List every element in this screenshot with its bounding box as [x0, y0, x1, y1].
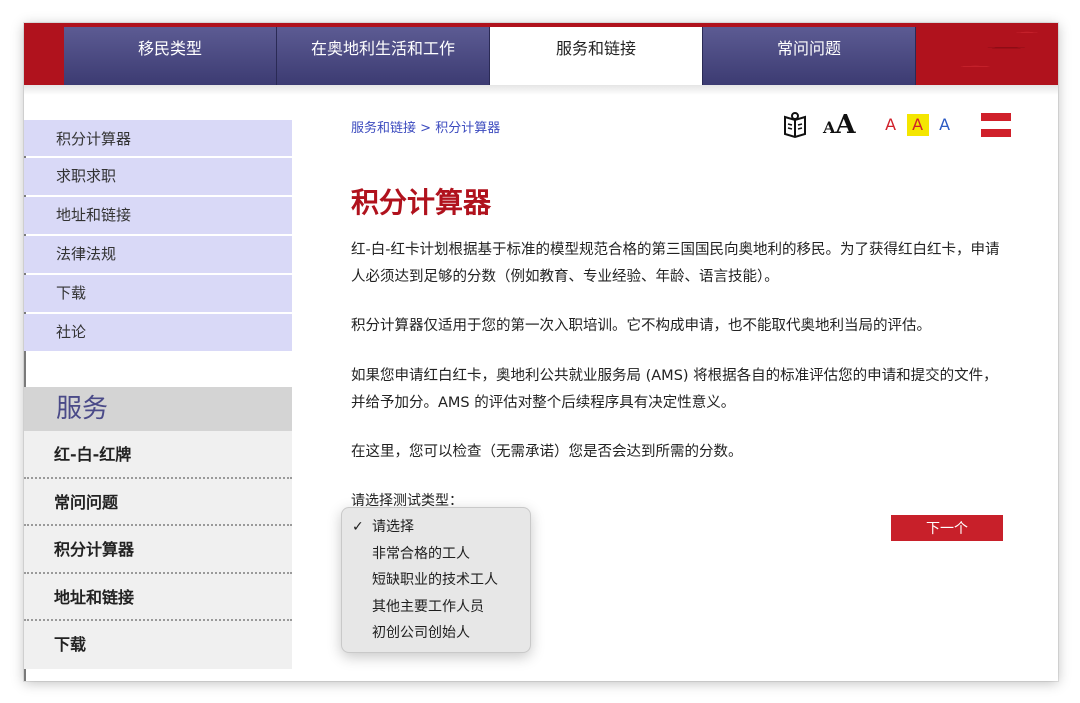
service-item-addresses-links[interactable]: 地址和链接: [24, 573, 292, 621]
breadcrumb: 服务和链接 > 积分计算器: [351, 117, 500, 136]
book-reader-icon[interactable]: [781, 111, 809, 139]
service-item-rwr-card[interactable]: 红-白-红牌: [24, 431, 292, 479]
accessibility-tools: AA A A A: [781, 110, 1011, 140]
nav-tab-immigration-types[interactable]: 移民类型: [64, 27, 277, 85]
text-size-large: A: [835, 110, 856, 140]
option-label: 请选择: [372, 519, 414, 535]
sidebar-item-points-calculator[interactable]: 积分计算器: [24, 120, 292, 156]
sidebar: 积分计算器 求职求职 地址和链接 法律法规 下载 社论: [24, 120, 292, 353]
service-item-points-calculator[interactable]: 积分计算器: [24, 526, 292, 574]
sidebar-item-editorial[interactable]: 社论: [24, 314, 292, 351]
header-shadow: [24, 85, 1058, 95]
check-paragraph: 在这里，您可以检查（无需承诺）您是否会达到所需的分数。: [351, 444, 743, 460]
contrast-yellow-button[interactable]: A: [906, 114, 929, 136]
sidebar-item-job-search[interactable]: 求职求职: [24, 158, 292, 195]
main-nav: 移民类型 在奥地利生活和工作 服务和链接 常问问题: [64, 27, 916, 85]
ams-paragraph: 如果您申请红白红卡，奥地利公共就业服务局 (AMS) 将根据各自的标准评估您的申…: [351, 368, 998, 411]
nav-tab-services-links[interactable]: 服务和链接: [490, 27, 703, 85]
austria-flag-icon[interactable]: [980, 113, 1011, 137]
option-label: 初创公司创始人: [372, 625, 470, 641]
checkmark-icon: ✓: [352, 519, 364, 535]
text-size-small: A: [823, 118, 836, 137]
dropdown-option-please-select[interactable]: ✓ 请选择: [342, 514, 530, 541]
contrast-options: A A A: [880, 114, 961, 136]
services-heading: 服务: [24, 387, 292, 431]
sidebar-item-legal[interactable]: 法律法规: [24, 236, 292, 273]
sidebar-item-downloads[interactable]: 下载: [24, 275, 292, 312]
page-title: 积分计算器: [351, 186, 492, 219]
text-size-toggle[interactable]: AA: [823, 110, 856, 140]
dropdown-option-shortage-occupation[interactable]: 短缺职业的技术工人: [342, 567, 530, 594]
dropdown-option-highly-qualified[interactable]: 非常合格的工人: [342, 541, 530, 568]
option-label: 短缺职业的技术工人: [372, 572, 498, 588]
sidebar-item-addresses-links[interactable]: 地址和链接: [24, 197, 292, 234]
header-band: 移民类型 在奥地利生活和工作 服务和链接 常问问题: [24, 23, 1058, 85]
dropdown-option-other-key-workers[interactable]: 其他主要工作人员: [342, 594, 530, 621]
next-button[interactable]: 下一个: [891, 515, 1003, 541]
breadcrumb-separator: >: [420, 121, 432, 136]
nav-tab-faq[interactable]: 常问问题: [703, 27, 916, 85]
breadcrumb-parent-link[interactable]: 服务和链接: [351, 121, 416, 136]
breadcrumb-current-link[interactable]: 积分计算器: [435, 121, 500, 136]
option-label: 非常合格的工人: [372, 545, 470, 562]
dropdown-option-startup-founder[interactable]: 初创公司创始人: [342, 620, 530, 647]
intro-paragraph: 红-白-红卡计划根据基于标准的模型规范合格的第三国国民向奥地利的移民。为了获得红…: [351, 242, 1000, 285]
services-list: 红-白-红牌 常问问题 积分计算器 地址和链接 下载: [24, 431, 292, 669]
contrast-default-button[interactable]: A: [880, 114, 902, 136]
scope-paragraph: 积分计算器仅适用于您的第一次入职培训。它不构成申请，也不能取代奥地利当局的评估。: [351, 318, 931, 334]
service-item-faq[interactable]: 常问问题: [24, 478, 292, 526]
service-item-downloads[interactable]: 下载: [24, 621, 292, 669]
browser-window: 移民类型 在奥地利生活和工作 服务和链接 常问问题 积分计算器 求职求职 地址和…: [24, 23, 1058, 681]
nav-tab-living-working[interactable]: 在奥地利生活和工作: [277, 27, 490, 85]
option-label: 其他主要工作人员: [372, 598, 484, 615]
contrast-blue-button[interactable]: A: [934, 114, 956, 136]
test-type-dropdown[interactable]: ✓ 请选择 非常合格的工人 短缺职业的技术工人 其他主要工作人员 初创公司创始人: [341, 507, 531, 653]
